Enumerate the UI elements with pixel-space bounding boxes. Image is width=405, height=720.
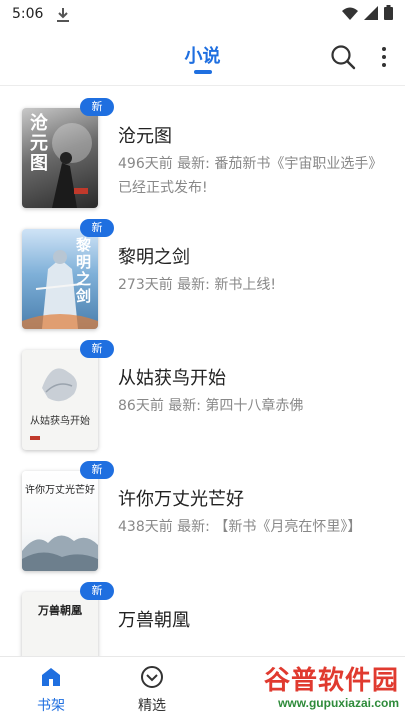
book-item[interactable]: 从姑获鸟开始 新 从姑获鸟开始 86天前 最新: 第四十八章赤佛 xyxy=(0,336,405,456)
book-update-info: 273天前 最新: 新书上线! xyxy=(118,277,276,293)
book-title: 沧元图 xyxy=(118,126,172,147)
download-icon xyxy=(57,7,70,22)
more-dot-icon xyxy=(382,55,386,59)
book-item[interactable]: 万兽朝凰 新 万兽朝凰 xyxy=(0,578,405,656)
watermark-url: www.gupuxiazai.com xyxy=(278,696,399,710)
more-dot-icon xyxy=(382,63,386,67)
watermark-logo-text: 谷普软件园 xyxy=(263,666,399,696)
book-update-info: 438天前 最新: 【新书《月亮在怀里》】 xyxy=(118,519,362,535)
cover-title: 黎明之剑 xyxy=(76,236,92,305)
title-underline xyxy=(194,70,212,74)
new-badge: 新 xyxy=(80,582,114,600)
search-icon xyxy=(331,45,356,70)
more-dot-icon xyxy=(382,47,386,51)
signal-icon xyxy=(364,5,378,24)
book-cover: 沧元图 xyxy=(22,108,98,208)
compass-icon xyxy=(141,666,163,688)
book-list: 沧元图 新 沧元图 496天前 最新: 番茄新书《宇宙职业选手》已经正式发布! … xyxy=(0,94,405,656)
status-bar: 5:06 xyxy=(0,0,405,28)
new-badge: 新 xyxy=(80,219,114,237)
book-update-info: 86天前 最新: 第四十八章赤佛 xyxy=(118,398,304,414)
book-cover: 万兽朝凰 xyxy=(22,592,98,656)
watermark: 谷普软件园 www.gupuxiazai.com xyxy=(220,660,405,718)
book-item[interactable]: 许你万丈光芒好 新 许你万丈光芒好 438天前 最新: 【新书《月亮在怀里》】 xyxy=(0,457,405,577)
more-options-button[interactable] xyxy=(374,42,394,72)
cover-title: 许你万丈光芒好 xyxy=(25,485,95,496)
cover-title: 从姑获鸟开始 xyxy=(30,416,90,427)
new-badge: 新 xyxy=(80,340,114,358)
book-update-info: 496天前 最新: 番茄新书《宇宙职业选手》已经正式发布! xyxy=(118,156,383,196)
book-cover: 许你万丈光芒好 xyxy=(22,471,98,571)
book-cover: 黎明之剑 xyxy=(22,229,98,329)
search-button[interactable] xyxy=(330,44,356,70)
book-item[interactable]: 沧元图 新 沧元图 496天前 最新: 番茄新书《宇宙职业选手》已经正式发布! xyxy=(0,94,405,214)
new-badge: 新 xyxy=(80,461,114,479)
cover-title: 万兽朝凰 xyxy=(38,604,82,617)
status-time: 5:06 xyxy=(12,6,44,22)
book-title: 从姑获鸟开始 xyxy=(118,368,226,389)
book-title: 黎明之剑 xyxy=(118,247,190,268)
book-title: 万兽朝凰 xyxy=(118,610,190,631)
cover-title: 沧元图 xyxy=(30,113,48,174)
battery-icon xyxy=(384,4,393,24)
wifi-icon xyxy=(342,5,358,24)
nav-featured[interactable]: 精选 xyxy=(122,665,182,715)
home-icon xyxy=(42,668,60,686)
new-badge: 新 xyxy=(80,98,114,116)
nav-bookshelf[interactable]: 书架 xyxy=(21,665,81,715)
app-header: 小说 xyxy=(0,28,405,86)
nav-label: 书架 xyxy=(37,698,65,714)
book-item[interactable]: 黎明之剑 新 黎明之剑 273天前 最新: 新书上线! xyxy=(0,215,405,335)
book-cover: 从姑获鸟开始 xyxy=(22,350,98,450)
nav-label: 精选 xyxy=(138,698,166,714)
book-title: 许你万丈光芒好 xyxy=(118,489,244,510)
